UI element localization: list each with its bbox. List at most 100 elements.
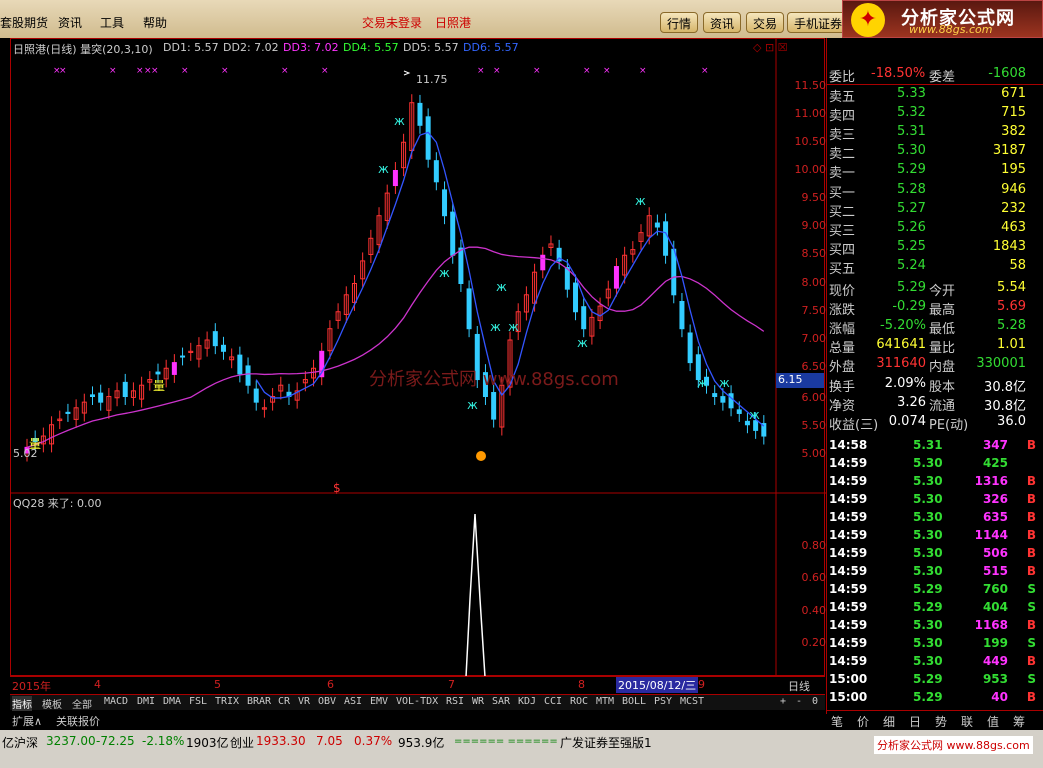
quote-tab[interactable]: 势 [935, 713, 947, 730]
zoom-in-button[interactable]: + [780, 696, 786, 707]
fund-value: 3.26 [897, 395, 926, 410]
buy-row[interactable]: 买四 5.25 1843 [827, 239, 1043, 258]
quote-tab[interactable]: 筹 [1013, 713, 1025, 730]
buy-price: 5.26 [897, 220, 926, 235]
tab-boll[interactable]: BOLL [622, 696, 646, 707]
tab-indicator[interactable]: 指标 [12, 696, 32, 711]
stat-value: -5.20% [880, 318, 926, 333]
quote-tab[interactable]: 联 [961, 713, 973, 730]
buy-row[interactable]: 买五 5.24 58 [827, 258, 1043, 277]
peach-icon [476, 451, 486, 461]
signal-x-mark: × [181, 66, 189, 76]
stat-label: 外盘 [829, 360, 856, 375]
tick-price: 5.30 [913, 492, 943, 506]
buy-row[interactable]: 买一 5.28 946 [827, 182, 1043, 201]
signal-x-mark: × [701, 66, 709, 76]
tick-price: 5.31 [913, 438, 943, 452]
sell-row[interactable]: 卖三 5.31 382 [827, 124, 1043, 143]
sell-row[interactable]: 卖一 5.29 195 [827, 162, 1043, 181]
tab-mcst[interactable]: MCST [680, 696, 704, 707]
tab-all[interactable]: 全部 [72, 696, 92, 711]
tab-roc[interactable]: ROC [570, 696, 588, 707]
tab-vr[interactable]: VR [298, 696, 310, 707]
sell-row[interactable]: 卖二 5.30 3187 [827, 143, 1043, 162]
tab-obv[interactable]: OBV [318, 696, 336, 707]
tick-row: 14:59 5.30 326 B [827, 492, 1043, 510]
quote-tab[interactable]: 值 [987, 713, 999, 730]
news-button[interactable]: 资讯 [703, 12, 742, 33]
tick-volume: 449 [982, 654, 1008, 668]
candle-body [442, 189, 448, 217]
candle-body [466, 288, 472, 330]
candle-body [573, 282, 579, 313]
candle-body [220, 344, 226, 352]
sell-level-label: 卖三 [829, 128, 856, 143]
broker-name: 广发证券至强版1 [560, 736, 652, 750]
candle-body [728, 393, 734, 409]
axis-month: 6 [327, 678, 334, 691]
buy-row[interactable]: 买三 5.26 463 [827, 220, 1043, 239]
tab-trix[interactable]: TRIX [215, 696, 239, 707]
tick-price: 5.30 [913, 474, 943, 488]
tab-dmi[interactable]: DMI [137, 696, 155, 707]
butterfly-icon: ж [635, 194, 646, 208]
site-logo: ✦ 分析家公式网 www.88gs.com [842, 0, 1043, 38]
quote-tab[interactable]: 笔 [831, 713, 843, 730]
tab-template[interactable]: 模板 [42, 696, 62, 711]
tab-cci[interactable]: CCI [544, 696, 562, 707]
zoom-out-button[interactable]: - [796, 696, 802, 707]
sell-volume: 3187 [992, 143, 1026, 158]
tab-wr[interactable]: WR [472, 696, 484, 707]
quote-button[interactable]: 行情 [660, 12, 699, 33]
tick-time: 14:59 [829, 474, 868, 488]
menu-item-tools[interactable]: 工具 [100, 14, 124, 31]
candle-body [491, 392, 497, 420]
tab-sar[interactable]: SAR [492, 696, 510, 707]
tab-macd[interactable]: MACD [104, 696, 128, 707]
sell-row[interactable]: 卖五 5.33 671 [827, 86, 1043, 105]
menu-item-news[interactable]: 资讯 [58, 14, 82, 31]
tab-mtm[interactable]: MTM [596, 696, 614, 707]
candle-body [98, 392, 104, 403]
quote-tab[interactable]: 价 [857, 713, 869, 730]
tab-asi[interactable]: ASI [344, 696, 362, 707]
price-label: 9.50 [801, 191, 827, 204]
trade-button[interactable]: 交易 [746, 12, 785, 33]
tab-kdj[interactable]: KDJ [518, 696, 536, 707]
candle-body [65, 411, 71, 414]
tick-time: 14:59 [829, 636, 868, 650]
tab-emv[interactable]: EMV [370, 696, 388, 707]
buy-row[interactable]: 买二 5.27 232 [827, 201, 1043, 220]
period-label[interactable]: 日线 [788, 678, 810, 694]
expand-button[interactable]: 扩展∧ [12, 713, 42, 729]
tab-dma[interactable]: DMA [163, 696, 181, 707]
axis-year: 2015年 [12, 680, 51, 693]
related-quote-button[interactable]: 关联报价 [56, 713, 100, 729]
menu-item-stock[interactable]: 套股期货 [0, 14, 48, 31]
tab-rsi[interactable]: RSI [446, 696, 464, 707]
cy-amount: 953.9亿 [398, 736, 445, 750]
tab-cr[interactable]: CR [278, 696, 290, 707]
sell-row[interactable]: 卖四 5.32 715 [827, 105, 1043, 124]
menu-item-help[interactable]: 帮助 [143, 14, 167, 31]
price-label: 7.50 [801, 304, 827, 317]
mobile-button[interactable]: 手机证券 [787, 12, 850, 33]
tab-psy[interactable]: PSY [654, 696, 672, 707]
sub-indicator-title: QQ28 来了: 0.00 [13, 497, 102, 510]
tick-volume: 40 [991, 690, 1008, 704]
butterfly-icon: ж [496, 280, 507, 294]
tab-brar[interactable]: BRAR [247, 696, 271, 707]
chart-area[interactable]: 日照港(日线) 量突(20,3,10) DD1: 5.57 DD2: 7.02 … [10, 38, 827, 677]
tab-fsl[interactable]: FSL [189, 696, 207, 707]
zoom-reset-button[interactable]: 0 [812, 696, 818, 707]
date-axis: 2015年 4 5 6 7 8 2015/08/12/三 9 日线 [10, 676, 825, 693]
quote-tab[interactable]: 日 [909, 713, 921, 730]
stock-name-top: 日照港 [435, 16, 472, 30]
butterfly-icon: ж [378, 162, 389, 176]
quote-tab[interactable]: 细 [883, 713, 895, 730]
fund-label: 收益(三) [829, 418, 879, 433]
tick-direction: B [1026, 690, 1036, 704]
signal-x-mark: × [603, 66, 611, 76]
tab-vol-tdx[interactable]: VOL-TDX [396, 696, 438, 707]
tick-price: 5.29 [913, 672, 943, 686]
